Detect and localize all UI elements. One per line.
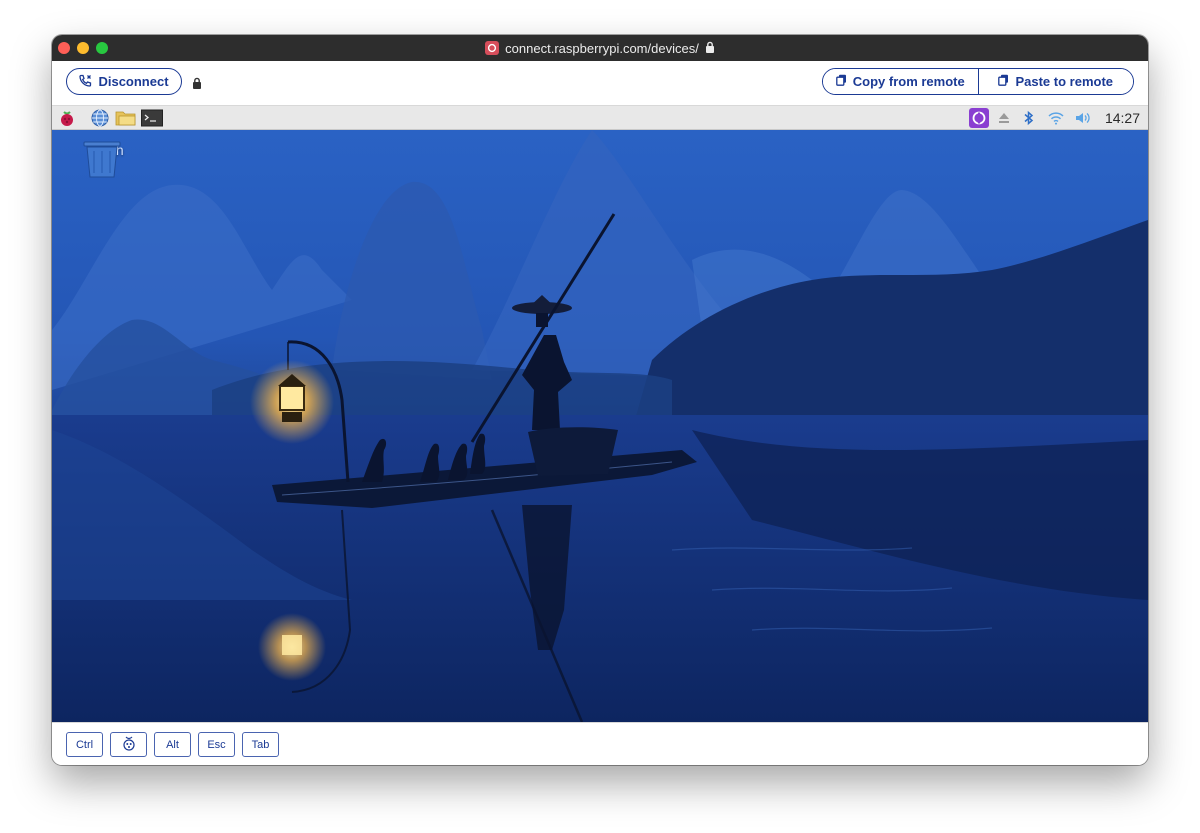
special-keys-bar: Ctrl Alt Esc Tab [52,722,1148,765]
esc-key-button[interactable]: Esc [198,732,235,757]
browser-titlebar: connect.raspberrypi.com/devices/ [52,35,1148,61]
tab-key-button[interactable]: Tab [242,732,279,757]
raspberry-menu-icon[interactable] [58,109,76,127]
url-text: connect.raspberrypi.com/devices/ [505,40,699,56]
file-manager-icon[interactable] [115,109,137,127]
paste-to-remote-button[interactable]: Paste to remote [977,69,1133,94]
disconnect-button[interactable]: Disconnect [66,68,182,95]
alt-key-button[interactable]: Alt [154,732,191,757]
bluetooth-icon[interactable] [1020,109,1038,127]
raspberry-connect-icon[interactable] [969,108,989,128]
paste-to-remote-label: Paste to remote [1015,74,1114,89]
wallpaper-scene-image [52,130,1148,722]
site-favicon-icon [485,41,500,55]
wifi-icon[interactable] [1047,109,1065,127]
secure-lock-icon [705,41,715,56]
connect-toolbar: Disconnect Copy from remote Paste to rem… [52,61,1148,106]
volume-icon[interactable] [1074,109,1092,127]
copy-from-remote-label: Copy from remote [852,74,965,89]
clipboard-button-group: Copy from remote Paste to remote [822,68,1134,95]
remote-screen[interactable]: 14:27 [52,106,1148,722]
session-lock-icon [192,76,202,94]
tab-key-label: Tab [251,738,270,751]
raspberry-key-icon [122,735,136,754]
desktop-wallpaper[interactable]: Trash [52,130,1148,722]
ctrl-key-button[interactable]: Ctrl [66,732,103,757]
esc-key-label: Esc [207,738,226,751]
clipboard-paste-icon [998,74,1009,89]
terminal-icon[interactable] [141,109,163,127]
phone-hangup-icon [79,74,92,90]
taskbar-clock[interactable]: 14:27 [1105,110,1140,126]
disconnect-label: Disconnect [98,74,169,89]
ctrl-key-label: Ctrl [75,738,94,751]
web-browser-icon[interactable] [90,109,110,127]
clipboard-copy-icon [835,74,847,89]
address-bar[interactable]: connect.raspberrypi.com/devices/ [52,35,1148,61]
raspberry-key-button[interactable] [110,732,147,757]
copy-from-remote-button[interactable]: Copy from remote [823,69,978,94]
trash-desktop-icon[interactable]: Trash [82,140,130,178]
remote-taskbar: 14:27 [52,106,1148,130]
alt-key-label: Alt [166,738,179,751]
browser-window: connect.raspberrypi.com/devices/ Disconn… [52,35,1148,765]
eject-icon[interactable] [995,109,1013,127]
